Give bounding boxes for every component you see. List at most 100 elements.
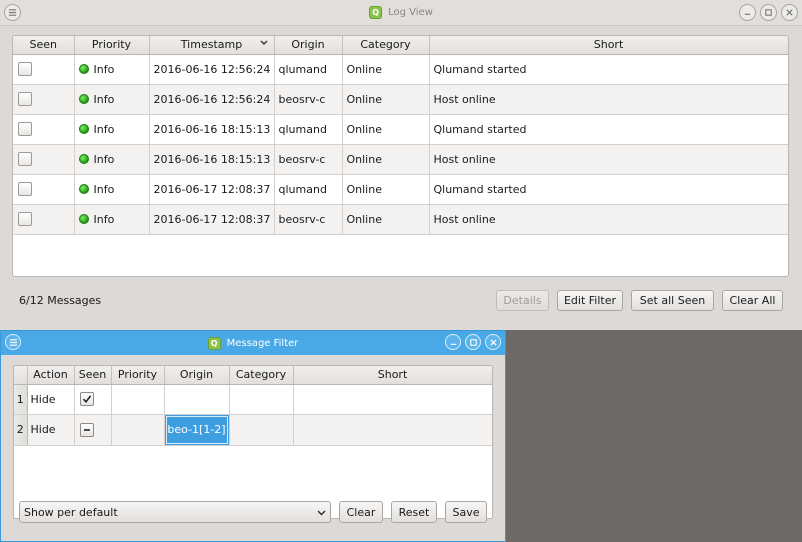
filter-action-cell[interactable]: Hide [27,414,75,446]
chevron-down-icon [317,510,326,516]
priority-label: Info [93,152,115,166]
origin-cell: qlumand [274,54,343,85]
filter-origin-cell[interactable] [164,384,230,415]
filter-column-header-category[interactable]: Category [229,366,294,385]
log-table-row[interactable]: Info 2016-06-17 12:08:37 qlumand Online Qlum… [13,174,788,205]
log-table-row[interactable]: Info 2016-06-16 12:56:24 beosrv-c Online Hos… [13,84,788,115]
priority-indicator: Info [78,62,145,76]
maximize-button[interactable] [760,4,777,21]
filter-seen-cell[interactable] [74,384,112,415]
timestamp-cell: 2016-06-17 12:08:37 [149,204,275,235]
filter-save-button[interactable]: Save [445,501,487,523]
priority-label: Info [93,122,115,136]
seen-checkbox[interactable] [18,212,32,226]
default-action-select[interactable]: Show per default [19,501,331,523]
window-title-group: Q Log View [369,6,433,19]
filter-close-button[interactable] [485,334,501,350]
seen-checkbox[interactable] [18,152,32,166]
origin-edit-value[interactable]: beo-1[1-2] [165,415,228,444]
priority-label: Info [93,182,115,196]
seen-checkbox[interactable] [79,422,94,437]
filter-minimize-button[interactable] [445,334,461,350]
filter-priority-cell[interactable] [111,414,165,446]
priority-indicator: Info [78,182,145,196]
close-icon [786,9,793,16]
status-dot-icon [78,184,89,194]
filter-table-container[interactable]: Action Seen Priority Origin Category Sho… [13,365,493,519]
column-header-priority[interactable]: Priority [74,36,150,55]
filter-row[interactable]: 2 Hide beo-1[1-2] [14,414,492,446]
filter-row[interactable]: 1 Hide [14,384,492,415]
details-button[interactable]: Details [496,290,549,311]
filter-short-cell[interactable] [293,414,492,446]
column-header-short[interactable]: Short [429,36,788,55]
filter-column-header-action[interactable]: Action [27,366,75,385]
minimize-button[interactable] [739,4,756,21]
filter-category-cell[interactable] [229,384,294,415]
priority-indicator: Info [78,213,145,226]
filter-seen-cell[interactable] [74,414,112,446]
log-table-row[interactable]: Info 2016-06-16 12:56:24 qlumand Online Qlum… [13,54,788,85]
seen-cell[interactable] [13,144,75,175]
priority-label: Info [93,62,115,76]
origin-cell: beosrv-c [274,144,343,175]
window-menu-button[interactable] [4,4,21,21]
priority-cell: Info [74,144,150,175]
short-cell: Host online [429,84,788,115]
origin-cell: qlumand [274,174,343,205]
clear-all-button[interactable]: Clear All [722,290,783,311]
log-table-row[interactable]: Info 2016-06-16 18:15:13 qlumand Online Qlum… [13,114,788,145]
filter-short-cell[interactable] [293,384,492,415]
filter-column-header-seen[interactable]: Seen [74,366,112,385]
column-header-timestamp[interactable]: Timestamp [149,36,275,55]
minimize-icon [450,343,456,345]
short-cell: Qlumand started [429,114,788,145]
log-view-titlebar[interactable]: Q Log View [0,0,802,26]
close-button[interactable] [781,4,798,21]
category-cell: Online [342,114,430,145]
origin-cell: qlumand [274,114,343,145]
seen-cell[interactable] [13,174,75,205]
log-table-header: Seen Priority Timestamp Origin Category … [13,36,788,55]
filter-column-header-origin[interactable]: Origin [164,366,230,385]
filter-window-controls [445,334,501,350]
app-logo-icon: Q [207,336,221,350]
log-table-row[interactable]: Info 2016-06-16 18:15:13 beosrv-c Online Hos… [13,144,788,175]
log-table-container[interactable]: Seen Priority Timestamp Origin Category … [12,35,789,277]
seen-checkbox[interactable] [18,92,32,106]
filter-column-header-short[interactable]: Short [293,366,492,385]
column-header-seen[interactable]: Seen [13,36,75,55]
filter-window-menu-button[interactable] [5,334,21,350]
seen-checkbox[interactable] [18,122,32,136]
set-all-seen-button[interactable]: Set all Seen [631,290,714,311]
row-number: 1 [14,384,28,415]
filter-clear-button[interactable]: Clear [339,501,383,523]
log-table-row[interactable]: Info 2016-06-17 12:08:37 beosrv-c Online Hos… [13,204,788,235]
column-header-origin[interactable]: Origin [274,36,343,55]
filter-reset-button[interactable]: Reset [391,501,437,523]
priority-cell: Info [74,54,150,85]
filter-maximize-button[interactable] [465,334,481,350]
seen-cell[interactable] [13,204,75,235]
column-header-category[interactable]: Category [342,36,430,55]
seen-cell[interactable] [13,54,75,85]
origin-cell: beosrv-c [274,84,343,115]
message-filter-titlebar[interactable]: Q Message Filter [1,331,505,355]
status-dot-icon [78,64,89,74]
priority-cell: Info [74,114,150,145]
edit-filter-button[interactable]: Edit Filter [557,290,623,311]
window-title: Log View [388,7,433,18]
seen-cell[interactable] [13,84,75,115]
filter-priority-cell[interactable] [111,384,165,415]
menu-icon [8,9,17,16]
filter-action-cell[interactable]: Hide [27,384,75,415]
seen-checkbox[interactable] [18,62,32,76]
seen-cell[interactable] [13,114,75,145]
filter-column-header-priority[interactable]: Priority [111,366,165,385]
row-number: 2 [14,414,28,446]
priority-indicator: Info [78,152,145,166]
filter-origin-cell-selected[interactable]: beo-1[1-2] [164,414,230,446]
seen-checkbox[interactable] [79,392,94,406]
seen-checkbox[interactable] [18,182,32,196]
filter-category-cell[interactable] [229,414,294,446]
